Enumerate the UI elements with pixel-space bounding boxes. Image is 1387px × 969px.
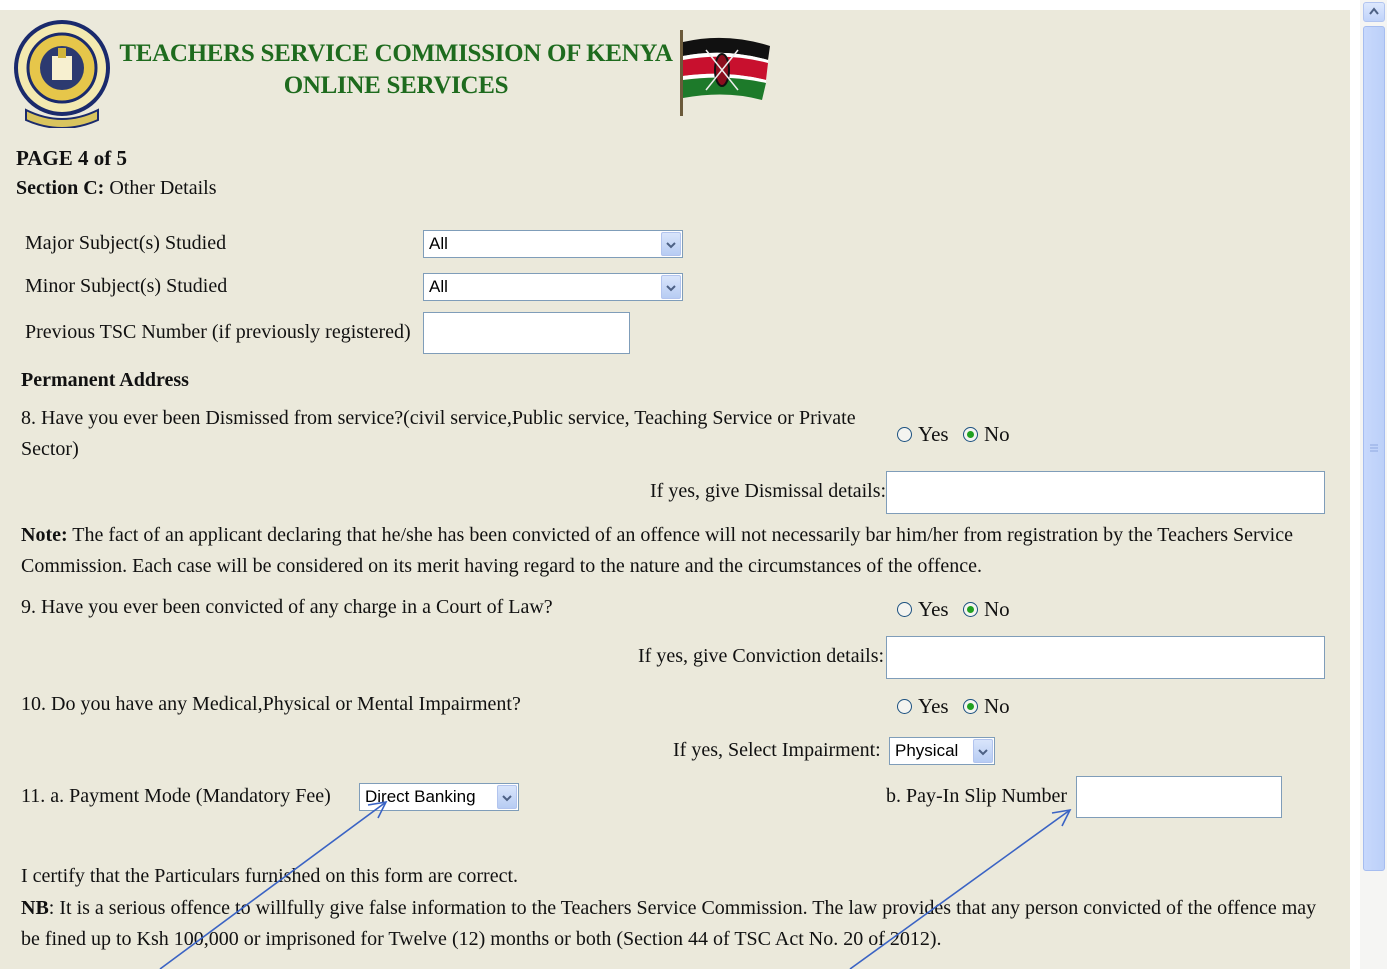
scrollbar-thumb[interactable]: [1363, 26, 1385, 871]
conviction-details-label: If yes, give Conviction details:: [638, 645, 885, 667]
question-9-no-radio[interactable]: [963, 602, 978, 617]
note-text: The fact of an applicant declaring that …: [21, 524, 1293, 577]
previous-tsc-label: Previous TSC Number (if previously regis…: [25, 321, 411, 343]
chevron-down-icon[interactable]: [973, 739, 993, 763]
dismissal-details-input[interactable]: [886, 471, 1325, 514]
question-10-yes-radio[interactable]: [897, 699, 912, 714]
question-8-no-radio[interactable]: [963, 427, 978, 442]
kenya-flag-icon: [676, 30, 776, 116]
payment-mode-label: 11. a. Payment Mode (Mandatory Fee): [21, 785, 331, 807]
org-title-line-1: TEACHERS SERVICE COMMISSION OF KENYA: [119, 40, 673, 67]
impairment-value: Physical: [895, 741, 959, 760]
question-10-text: 10. Do you have any Medical,Physical or …: [21, 693, 521, 715]
nb-warning: NB: It is a serious offence to willfully…: [21, 893, 1331, 955]
question-10-no-radio[interactable]: [963, 699, 978, 714]
chevron-down-icon[interactable]: [497, 785, 517, 809]
nb-label: NB: [21, 897, 49, 919]
conviction-details-input[interactable]: [886, 636, 1325, 679]
certification-text: I certify that the Particulars furnished…: [21, 865, 519, 887]
question-9-radio-group: Yes No: [897, 597, 1027, 624]
chevron-down-icon[interactable]: [661, 275, 681, 299]
conviction-note: Note: The fact of an applicant declaring…: [21, 520, 1321, 582]
scroll-up-button[interactable]: [1363, 2, 1385, 22]
impairment-label: If yes, Select Impairment:: [673, 739, 881, 761]
question-9-yes-label: Yes: [918, 597, 949, 621]
vertical-scrollbar[interactable]: [1360, 0, 1387, 969]
major-subject-label: Major Subject(s) Studied: [25, 232, 227, 254]
section-heading-label: Section C:: [16, 177, 105, 199]
payment-mode-value: Direct Banking: [365, 787, 476, 806]
question-9-yes-radio[interactable]: [897, 602, 912, 617]
minor-subject-label: Minor Subject(s) Studied: [25, 275, 228, 297]
impairment-select[interactable]: Physical: [889, 737, 995, 765]
org-title-line-2: ONLINE SERVICES: [283, 72, 509, 99]
section-heading-name: Other Details: [104, 177, 217, 199]
question-8-radio-group: Yes No: [897, 422, 1027, 449]
section-heading: Section C: Other Details: [16, 177, 217, 200]
question-8-yes-label: Yes: [918, 422, 949, 446]
tsc-seal-logo: [12, 18, 112, 129]
note-label: Note:: [21, 524, 68, 546]
chevron-up-icon: [1369, 7, 1379, 15]
question-9-no-label: No: [984, 597, 1010, 621]
previous-tsc-input[interactable]: [423, 312, 630, 354]
organization-title: TEACHERS SERVICE COMMISSION OF KENYA ONL…: [116, 38, 676, 102]
pay-in-slip-label: b. Pay-In Slip Number: [886, 785, 1068, 807]
question-10-radio-group: Yes No: [897, 694, 1027, 721]
minor-subject-select[interactable]: All: [423, 273, 683, 301]
question-8-no-label: No: [984, 422, 1010, 446]
chevron-down-icon[interactable]: [661, 232, 681, 256]
question-8-text: 8. Have you ever been Dismissed from ser…: [21, 407, 856, 460]
minor-subject-value: All: [429, 277, 448, 296]
major-subject-select[interactable]: All: [423, 230, 683, 258]
pay-in-slip-input[interactable]: [1076, 776, 1282, 818]
payment-mode-select[interactable]: Direct Banking: [359, 783, 519, 811]
question-10-no-label: No: [984, 694, 1010, 718]
page-indicator: PAGE 4 of 5: [16, 146, 128, 170]
dismissal-details-label: If yes, give Dismissal details:: [650, 480, 887, 502]
nb-text: : It is a serious offence to willfully g…: [21, 897, 1317, 950]
question-10-yes-label: Yes: [918, 694, 949, 718]
permanent-address-heading: Permanent Address: [21, 369, 189, 391]
question-9-text: 9. Have you ever been convicted of any c…: [21, 596, 553, 618]
question-8-yes-radio[interactable]: [897, 427, 912, 442]
major-subject-value: All: [429, 234, 448, 253]
grip-icon: [1370, 444, 1378, 452]
